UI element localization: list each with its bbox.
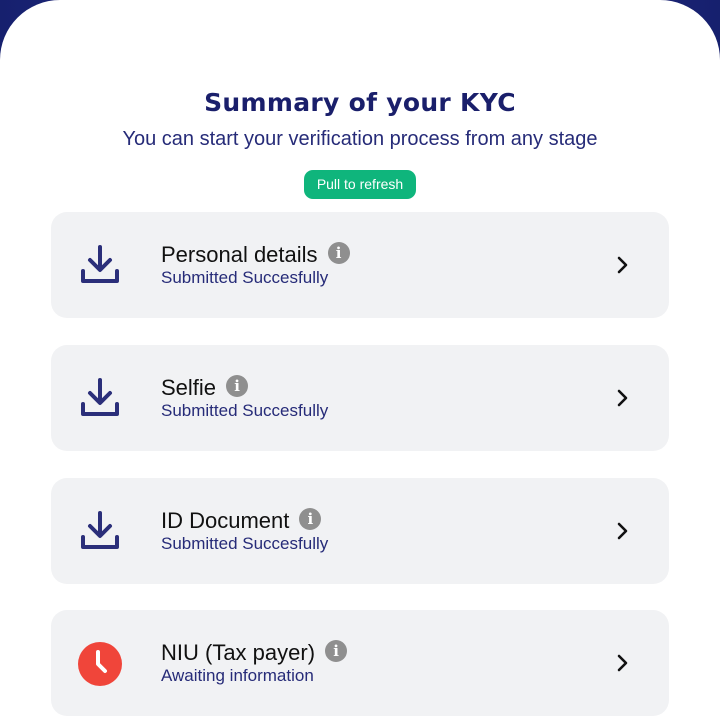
kyc-item-niu-tax-payer[interactable]: NIU (Tax payer) i Awaiting information <box>51 610 669 716</box>
pull-to-refresh-badge[interactable]: Pull to refresh <box>304 170 416 199</box>
page-title: Summary of your KYC <box>204 88 516 117</box>
download-icon <box>77 243 123 289</box>
kyc-item-status: Submitted Succesfully <box>161 268 329 287</box>
kyc-item-id-document[interactable]: ID Document i Submitted Succesfully <box>51 478 669 584</box>
kyc-item-status: Submitted Succesfully <box>161 401 329 420</box>
chevron-right-icon <box>613 652 633 674</box>
info-icon[interactable]: i <box>299 508 322 530</box>
kyc-item-label: Personal details <box>161 242 318 267</box>
kyc-item-label: Selfie <box>161 375 217 400</box>
info-icon[interactable]: i <box>325 640 348 662</box>
kyc-item-selfie[interactable]: Selfie i Submitted Succesfully <box>51 345 669 451</box>
download-icon <box>77 509 123 555</box>
info-icon[interactable]: i <box>226 375 249 397</box>
kyc-item-personal-details[interactable]: Personal details i Submitted Succesfully <box>51 212 669 318</box>
kyc-summary-sheet: Summary of your KYC You can start your v… <box>0 0 720 720</box>
chevron-right-icon <box>613 254 633 276</box>
kyc-item-label: ID Document <box>161 508 290 533</box>
kyc-item-title-row: Selfie i <box>161 373 249 403</box>
clock-icon <box>77 641 123 687</box>
info-icon[interactable]: i <box>327 242 350 264</box>
kyc-item-title-row: NIU (Tax payer) i <box>161 638 348 668</box>
kyc-item-title-row: ID Document i <box>161 506 322 536</box>
download-icon <box>77 376 123 422</box>
chevron-right-icon <box>613 520 633 542</box>
kyc-item-status: Awaiting information <box>161 666 314 685</box>
kyc-item-title-row: Personal details i <box>161 240 350 270</box>
chevron-right-icon <box>613 387 633 409</box>
kyc-item-label: NIU (Tax payer) <box>161 640 316 665</box>
page-subtitle: You can start your verification process … <box>122 128 598 150</box>
kyc-item-status: Submitted Succesfully <box>161 534 329 553</box>
